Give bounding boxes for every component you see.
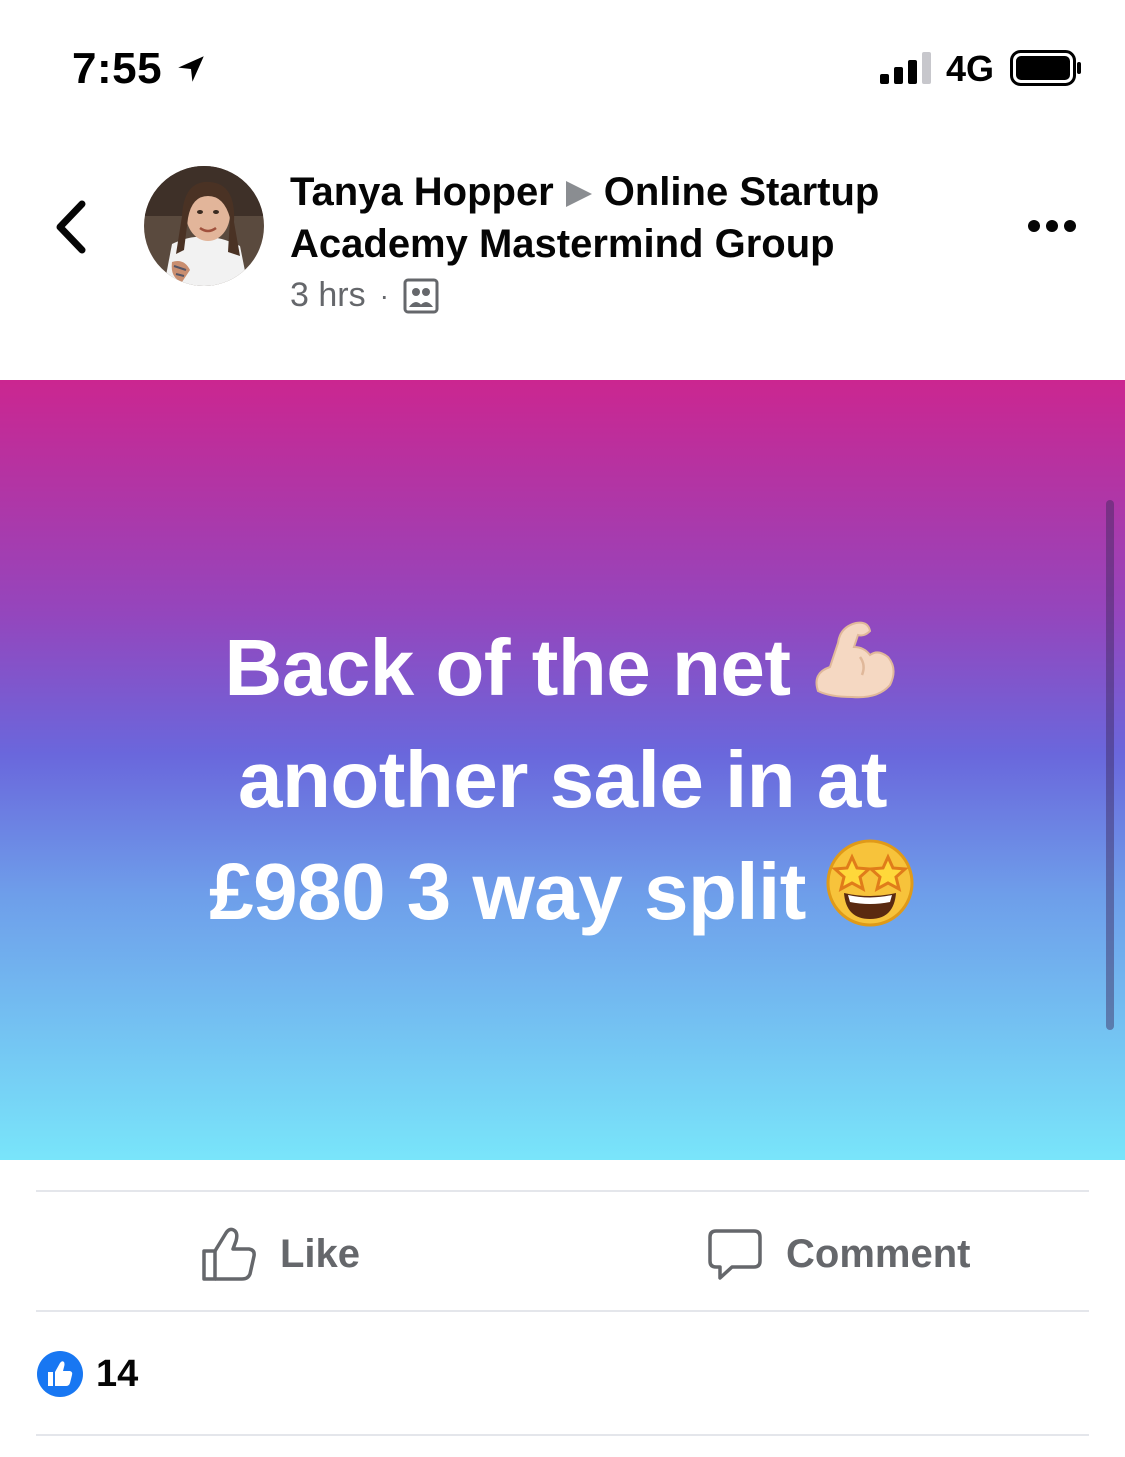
status-time: 7:55 bbox=[72, 44, 163, 93]
battery-icon bbox=[1010, 50, 1081, 86]
post-author-line: Tanya Hopper Online Startup Academy Maste… bbox=[290, 166, 980, 270]
back-chevron-icon[interactable] bbox=[48, 196, 94, 258]
post-text-line-2: another sale in at bbox=[238, 735, 887, 824]
post-background-card[interactable]: Back of the net another sale in at £980 … bbox=[0, 380, 1125, 1160]
status-bar: 7:55 4G bbox=[0, 0, 1125, 140]
more-options-icon[interactable] bbox=[1024, 206, 1080, 246]
network-type: 4G bbox=[946, 48, 995, 89]
post-text-line-3: £980 3 way split bbox=[90, 836, 1035, 948]
meta-separator: · bbox=[379, 279, 389, 311]
comment-label: Comment bbox=[786, 1231, 971, 1276]
comment-button[interactable]: Comment bbox=[706, 1222, 970, 1286]
avatar[interactable] bbox=[144, 166, 264, 286]
like-label: Like bbox=[280, 1231, 361, 1276]
post-text: Back of the net another sale in at £980 … bbox=[90, 612, 1035, 948]
reaction-count: 14 bbox=[96, 1352, 139, 1395]
signal-bars-icon bbox=[880, 52, 931, 84]
post-timestamp[interactable]: 3 hrs bbox=[290, 276, 366, 315]
like-button[interactable]: Like bbox=[200, 1222, 360, 1286]
location-arrow-icon bbox=[178, 56, 204, 82]
group-audience-icon bbox=[403, 278, 439, 313]
post-text-line-1: Back of the net bbox=[90, 612, 1035, 724]
like-reaction-icon bbox=[37, 1351, 83, 1397]
post-meta: 3 hrs · bbox=[290, 276, 439, 315]
divider-bottom bbox=[36, 1310, 1089, 1312]
scrollbar[interactable] bbox=[1106, 500, 1114, 1030]
star-struck-emoji bbox=[826, 839, 914, 927]
comment-bubble-icon bbox=[708, 1229, 762, 1280]
divider-footer bbox=[36, 1434, 1089, 1436]
triangle-right-icon bbox=[565, 181, 592, 208]
thumbs-up-icon bbox=[202, 1227, 256, 1281]
flexed-biceps-emoji bbox=[815, 621, 895, 699]
author-name[interactable]: Tanya Hopper bbox=[290, 170, 554, 214]
divider-top bbox=[36, 1190, 1089, 1192]
reactions-summary[interactable]: 14 bbox=[36, 1350, 138, 1398]
